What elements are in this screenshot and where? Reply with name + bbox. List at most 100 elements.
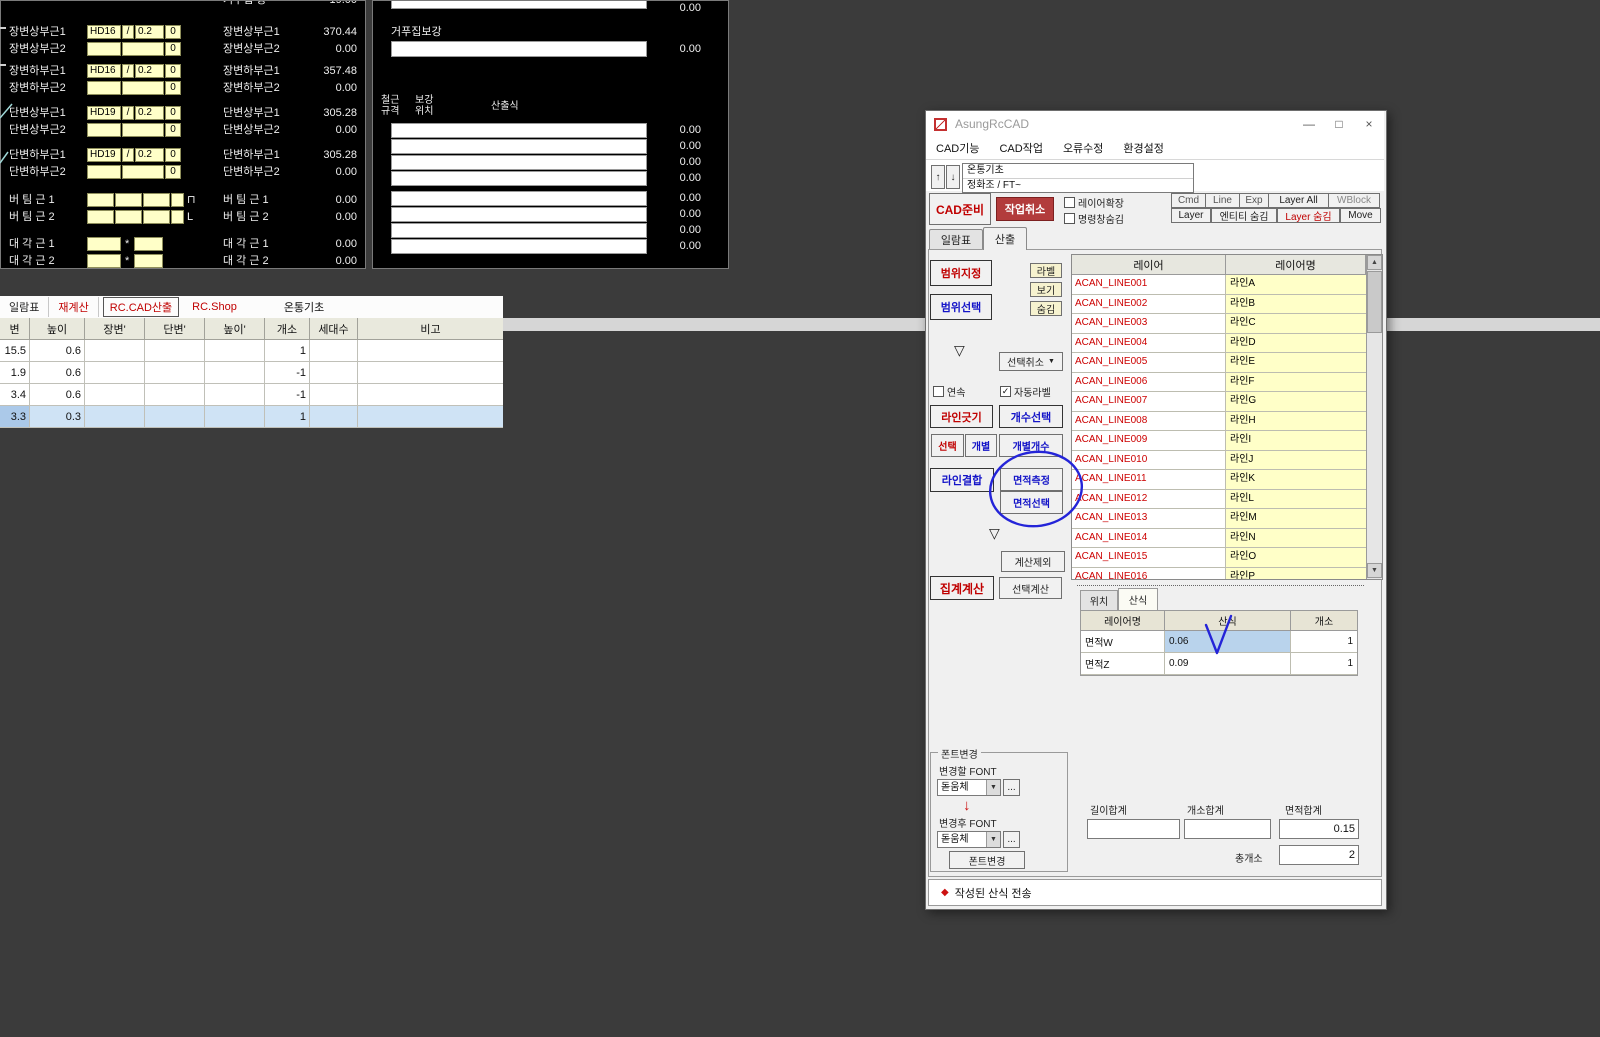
rebar-count-field[interactable]: 0 <box>165 148 181 162</box>
menu-cad-work[interactable]: CAD작업 <box>989 140 1052 156</box>
tab-rc-cad-output[interactable]: RC.CAD산출 <box>103 297 179 317</box>
cmd-button[interactable]: Cmd <box>1171 193 1206 208</box>
layer-row[interactable]: ACAN_LINE002라인B <box>1072 295 1366 315</box>
individual-count-button[interactable]: 개별개수 <box>999 434 1063 457</box>
rebar-size-field[interactable]: HD16 <box>87 64 121 78</box>
layer-row[interactable]: ACAN_LINE006라인F <box>1072 373 1366 393</box>
layer-row[interactable]: ACAN_LINE012라인L <box>1072 490 1366 510</box>
area-total-field[interactable]: 0.15 <box>1279 819 1359 839</box>
rebar-spacing-field[interactable] <box>122 165 164 179</box>
font-from-browse-button[interactable]: ... <box>1003 779 1020 796</box>
rebar-field[interactable] <box>87 193 114 207</box>
entity-hide-button[interactable]: 엔티티 숨김 <box>1211 208 1277 223</box>
area-measure-button[interactable]: 면적측정 <box>1000 468 1063 491</box>
rebar-field[interactable] <box>115 210 142 224</box>
rebar-count-field[interactable]: 0 <box>165 64 181 78</box>
cell[interactable]: 0.6 <box>30 340 85 362</box>
rebar-spacing-field[interactable] <box>122 81 164 95</box>
rebar-field[interactable] <box>87 254 121 268</box>
nav-down-button[interactable]: ↓ <box>946 165 960 189</box>
formwork-input[interactable] <box>391 41 647 57</box>
scroll-thumb[interactable] <box>1367 271 1382 333</box>
cell[interactable] <box>85 362 145 384</box>
rebar-size-field[interactable] <box>87 81 121 95</box>
cell[interactable]: 0.6 <box>30 384 85 406</box>
layer-row[interactable]: ACAN_LINE004라인D <box>1072 334 1366 354</box>
chevron-down-icon[interactable]: ▼ <box>986 832 1000 847</box>
rebar-count-field[interactable]: 0 <box>165 165 181 179</box>
scroll-down-icon[interactable]: ▼ <box>1367 563 1382 578</box>
nav-up-button[interactable]: ↑ <box>931 165 945 189</box>
wblock-button[interactable]: WBlock <box>1328 193 1380 208</box>
rebar-slash-field[interactable]: / <box>122 64 134 78</box>
rebar-field[interactable] <box>87 237 121 251</box>
layer-row[interactable]: ACAN_LINE016라인P <box>1072 568 1366 580</box>
continuous-checkbox[interactable]: 연속 <box>933 384 965 399</box>
rebar-size-field[interactable] <box>87 42 121 56</box>
rebar-field[interactable] <box>143 210 170 224</box>
rebar-slash-field[interactable]: / <box>122 106 134 120</box>
range-select-button[interactable]: 범위선택 <box>930 294 992 320</box>
rebar-field[interactable] <box>134 237 163 251</box>
minimize-button[interactable]: — <box>1294 113 1324 135</box>
layer-row[interactable]: ACAN_LINE015라인O <box>1072 548 1366 568</box>
cell[interactable] <box>85 406 145 428</box>
scroll-up-icon[interactable]: ▲ <box>1367 255 1382 270</box>
tab-recalculate[interactable]: 재계산 <box>49 297 98 317</box>
rebar-field[interactable] <box>115 193 142 207</box>
font-apply-button[interactable]: 폰트변경 <box>949 851 1025 869</box>
layer-row[interactable]: ACAN_LINE013라인M <box>1072 509 1366 529</box>
title-bar[interactable]: AsungRcCAD — □ × <box>926 111 1384 137</box>
cell[interactable]: 15.5 <box>0 340 30 362</box>
layer-row[interactable]: ACAN_LINE011라인K <box>1072 470 1366 490</box>
move-button[interactable]: Move <box>1340 208 1381 223</box>
cell[interactable] <box>358 384 503 406</box>
scrollbar[interactable]: ▲ ▼ <box>1366 255 1382 579</box>
close-button[interactable]: × <box>1354 113 1384 135</box>
cancel-work-button[interactable]: 작업취소 <box>996 197 1054 221</box>
rebar-field[interactable] <box>134 254 163 268</box>
cell[interactable]: 1 <box>265 340 310 362</box>
cell[interactable] <box>310 340 358 362</box>
cell[interactable] <box>310 406 358 428</box>
rebar-spacing-field[interactable]: 0.2 <box>135 148 164 162</box>
cell[interactable] <box>85 340 145 362</box>
rebar-size-field[interactable]: HD16 <box>87 25 121 39</box>
rebar-size-field[interactable] <box>87 165 121 179</box>
select-button[interactable]: 선택 <box>931 434 964 457</box>
layer-col-header[interactable]: 레이어 <box>1072 255 1226 275</box>
cell[interactable]: 1.9 <box>0 362 30 384</box>
cell[interactable]: 0.6 <box>30 362 85 384</box>
layer-row[interactable]: ACAN_LINE009라인I <box>1072 431 1366 451</box>
rebar-spacing-field[interactable]: 0.2 <box>135 106 164 120</box>
cell[interactable] <box>205 384 265 406</box>
font-to-dropdown[interactable]: 돋움체▼ <box>937 831 1001 848</box>
rebar-slash-field[interactable]: / <box>122 25 134 39</box>
draw-line-button[interactable]: 라인긋기 <box>930 405 993 428</box>
layer-row[interactable]: ACAN_LINE001라인A <box>1072 275 1366 295</box>
tab-rc-shop[interactable]: RC.Shop <box>183 299 246 315</box>
count-total-field[interactable] <box>1184 819 1271 839</box>
cell[interactable] <box>358 362 503 384</box>
tab-formula[interactable]: 산식 <box>1118 588 1158 610</box>
label-button[interactable]: 라벨 <box>1030 263 1062 278</box>
formula-row[interactable]: 면적W 0.06 1 <box>1081 631 1357 653</box>
rebar-count-field[interactable]: 0 <box>165 25 181 39</box>
rebar-field[interactable] <box>171 193 184 207</box>
formula-input[interactable] <box>391 123 647 138</box>
rebar-field[interactable] <box>87 210 114 224</box>
area-select-button[interactable]: 면적선택 <box>1000 491 1063 514</box>
formula-input[interactable] <box>391 171 647 186</box>
hide-button[interactable]: 숨김 <box>1030 301 1062 316</box>
rebar-size-field[interactable] <box>87 123 121 137</box>
layer-hide-button[interactable]: Layer 숨김 <box>1277 208 1340 223</box>
range-set-button[interactable]: 범위지정 <box>930 260 992 286</box>
rebar-count-field[interactable]: 0 <box>165 106 181 120</box>
formula-input[interactable] <box>391 207 647 222</box>
formula-input[interactable] <box>391 223 647 238</box>
calc-exclude-button[interactable]: 계산제외 <box>1001 551 1065 572</box>
layer-row[interactable]: ACAN_LINE005라인E <box>1072 353 1366 373</box>
cell[interactable]: 3.4 <box>0 384 30 406</box>
cell[interactable] <box>205 406 265 428</box>
cell[interactable] <box>145 384 205 406</box>
